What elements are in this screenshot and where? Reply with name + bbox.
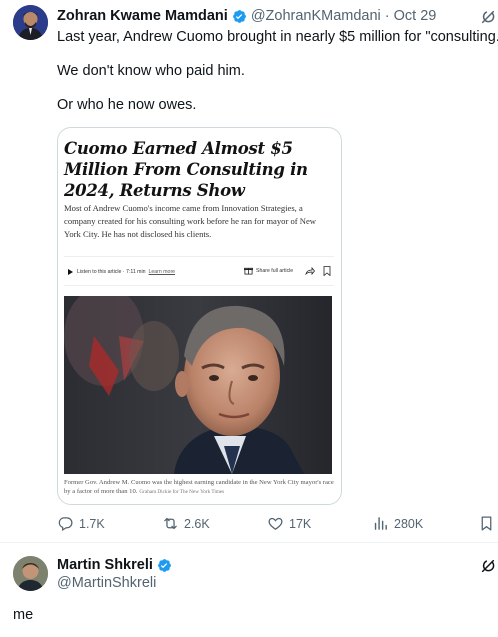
repost-count: 2.6K <box>184 516 210 531</box>
separator-dot: · <box>384 8 390 24</box>
article-summary: Most of Andrew Cuomo's income came from … <box>64 203 316 239</box>
reply-header: Martin Shkreli <box>57 557 176 573</box>
verified-badge-icon <box>157 558 171 572</box>
share-arrow-icon <box>305 266 315 276</box>
like-count: 17K <box>289 516 312 531</box>
reply-button[interactable]: 1.7K <box>57 515 105 532</box>
repost-button[interactable]: 2.6K <box>162 515 210 532</box>
repost-icon <box>164 517 177 530</box>
grok-icon[interactable] <box>480 558 496 574</box>
article-headline: Cuomo Earned Almost $5 Million From Cons… <box>64 139 308 200</box>
tweet-line-3: Or who he now owes. <box>57 97 197 113</box>
photo-caption: Former Gov. Andrew M. Cuomo was the high… <box>64 479 334 495</box>
views-count: 280K <box>394 516 424 531</box>
article-photo <box>64 296 332 474</box>
reply-author-name[interactable]: Martin Shkreli <box>57 557 153 573</box>
share-full-article: Share full article <box>244 266 293 275</box>
tweet-text: Last year, Andrew Cuomo brought in nearl… <box>57 29 498 131</box>
verified-badge-icon <box>232 9 246 23</box>
learn-more-link: Learn more <box>148 269 176 275</box>
author-avatar[interactable] <box>13 5 48 40</box>
tweet-date[interactable]: Oct 29 <box>394 8 437 24</box>
gift-icon <box>244 267 253 275</box>
views-button[interactable]: 280K <box>372 515 423 532</box>
tweet-line-1: Last year, Andrew Cuomo brought in nearl… <box>57 29 498 45</box>
listen-label: Listen to this article · 7:11 min Learn m… <box>77 269 176 275</box>
author-name[interactable]: Zohran Kwame Mamdani <box>57 8 228 24</box>
grok-icon[interactable] <box>480 9 496 25</box>
reply-icon <box>58 517 73 532</box>
reply-author-avatar[interactable] <box>13 556 48 591</box>
bookmark-icon <box>481 516 492 531</box>
article-toolbar: Listen to this article · 7:11 min Learn m… <box>64 256 334 286</box>
tweet-header: Zohran Kwame Mamdani @ZohranKMamdani · O… <box>57 8 436 24</box>
reply-author-handle[interactable]: @MartinShkreli <box>57 575 156 591</box>
views-icon <box>374 517 387 530</box>
reply-text: me <box>13 607 34 623</box>
photo-credit: Graham Dickie for The New York Times <box>139 489 225 495</box>
like-button[interactable]: 17K <box>267 515 311 532</box>
tweet-line-2: We don't know who paid him. <box>57 63 245 79</box>
like-icon <box>268 517 283 530</box>
article-bookmark-icon <box>323 266 331 276</box>
play-icon <box>68 269 73 275</box>
bookmark-button[interactable] <box>478 515 495 532</box>
article-screenshot[interactable]: Cuomo Earned Almost $5 Million From Cons… <box>57 127 342 505</box>
author-handle[interactable]: @ZohranKMamdani <box>251 8 381 24</box>
tweet-actions: 1.7K 2.6K 17K 280K <box>57 515 493 535</box>
reply-count: 1.7K <box>79 516 105 531</box>
divider <box>0 542 498 543</box>
